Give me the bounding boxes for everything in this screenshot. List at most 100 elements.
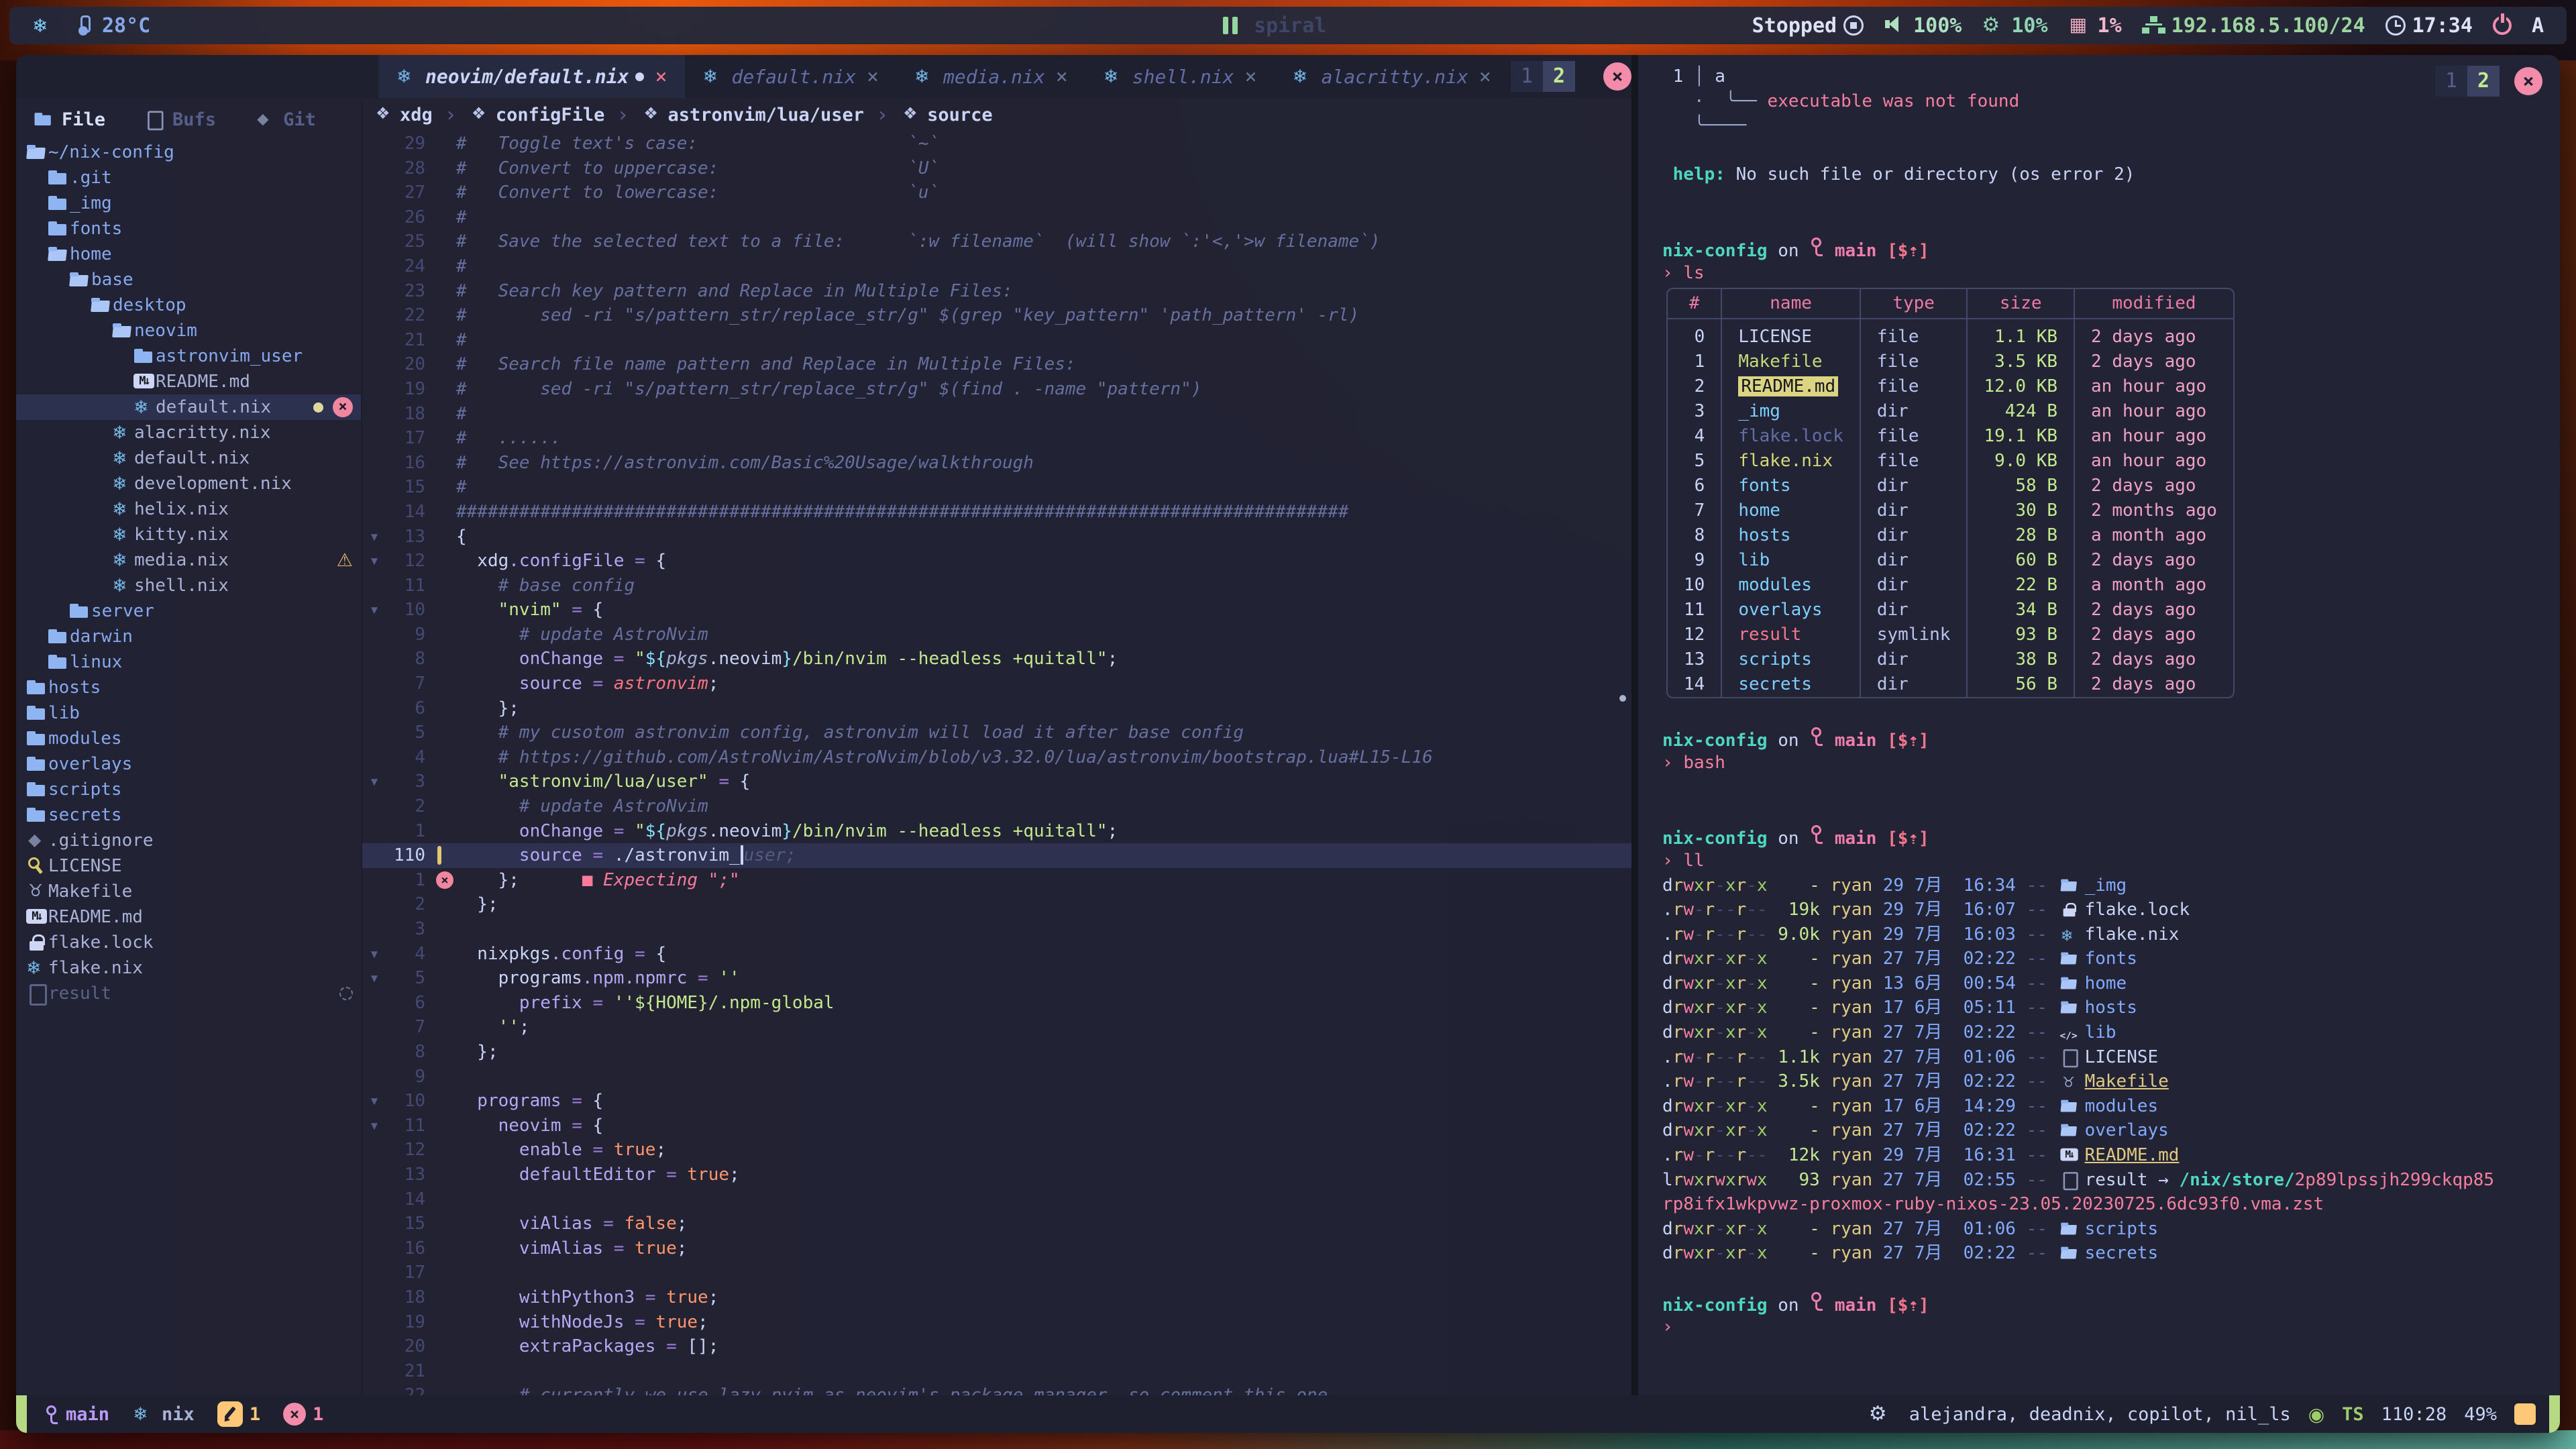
code-line: 18 withPython3 = true; [362, 1285, 1631, 1310]
folder-icon [68, 600, 91, 622]
close-icon[interactable]: × [333, 397, 353, 417]
breadcrumb-item-astronvim/lua/user[interactable]: astronvim/lua/user [641, 104, 864, 125]
code-area[interactable]: 29# Toggle text's case: `~`28# Convert t… [362, 131, 1631, 1395]
power-icon[interactable] [2493, 16, 2512, 35]
git-branch-module[interactable]: main [44, 1404, 109, 1425]
tree-item-lib[interactable]: lib [16, 700, 361, 726]
media-pause-icon[interactable] [1219, 15, 1242, 36]
tab-default.nix[interactable]: default.nix× [685, 55, 897, 98]
tree-item-README.md[interactable]: README.md [16, 904, 361, 930]
tree-item-desktop[interactable]: desktop [16, 292, 361, 318]
breadcrumb: xdg›configFile›astronvim/lua/user›source [362, 98, 1631, 131]
tree-item-scripts[interactable]: scripts [16, 777, 361, 802]
tree-item-Makefile[interactable]: Makefile [16, 879, 361, 904]
tree-tab-Git[interactable]: Git [254, 109, 316, 130]
code-line: ▾4 nixpkgs.config = { [362, 942, 1631, 967]
code-line: 15# [362, 475, 1631, 500]
error-count-module[interactable]: × 1 [283, 1403, 323, 1426]
tree-item-development.nix[interactable]: development.nix [16, 471, 361, 496]
breadcrumb-item-configFile[interactable]: configFile [469, 104, 605, 125]
folder-open-icon [2059, 974, 2079, 992]
tree-item-fonts[interactable]: fonts [16, 216, 361, 241]
tree-item-.gitignore[interactable]: .gitignore [16, 828, 361, 853]
terminal-line [1662, 187, 2560, 212]
tree-item-default.nix[interactable]: default.nix [16, 445, 361, 471]
tree-item-overlays[interactable]: overlays [16, 751, 361, 777]
tab-media.nix[interactable]: media.nix× [896, 55, 1085, 98]
tree-item-flake.nix[interactable]: flake.nix [16, 955, 361, 981]
volume-module[interactable]: 100% [1884, 14, 1962, 38]
terminal-pane[interactable]: 12× 1 │ a · ╰── executable was not found… [1631, 55, 2560, 1395]
tree-item-secrets[interactable]: secrets [16, 802, 361, 828]
tab-close-icon[interactable]: × [1479, 65, 1491, 89]
folder-icon [34, 110, 54, 129]
tree-item-.git[interactable]: .git [16, 165, 361, 191]
ls-row-name: overlays [1721, 598, 1860, 623]
terminal-page-2[interactable]: 2 [2467, 66, 2500, 97]
code-line: 21 [362, 1359, 1631, 1384]
network-module[interactable]: 192.168.5.100/24 [2142, 14, 2365, 38]
nix-filetype-icon [132, 1403, 155, 1425]
scrollbar-thumb[interactable] [1619, 695, 1626, 702]
git-branch-name: main [66, 1404, 109, 1425]
tab-shell.nix[interactable]: shell.nix× [1085, 55, 1275, 98]
tab-alacritty.nix[interactable]: alacritty.nix× [1275, 55, 1509, 98]
stop-icon[interactable] [1843, 15, 1864, 36]
tree-item-astronvim_user[interactable]: astronvim_user [16, 343, 361, 369]
ls-row-name: secrets [1721, 672, 1860, 697]
tree-item-base[interactable]: base [16, 267, 361, 292]
keyboard-layout[interactable]: A [2532, 14, 2544, 38]
tree-item-linux[interactable]: linux [16, 649, 361, 675]
tree-item-kitty.nix[interactable]: kitty.nix [16, 522, 361, 547]
folder-icon [25, 804, 48, 826]
code-line: 27# Convert to lowercase: `u` [362, 180, 1631, 205]
tab-close-icon[interactable]: × [1056, 65, 1068, 89]
terminal-close-button[interactable]: × [2514, 67, 2542, 95]
terminal-line [1662, 800, 2560, 824]
tree-item-neovim[interactable]: neovim [16, 318, 361, 343]
tree-item-label: linux [70, 652, 122, 672]
code-line: ▾10 "nvim" = { [362, 598, 1631, 623]
tree-item-modules[interactable]: modules [16, 726, 361, 751]
tree-item-flake.lock[interactable]: flake.lock [16, 930, 361, 955]
breadcrumb-item-source[interactable]: source [900, 104, 993, 125]
tree-item-default.nix[interactable]: default.nix× [16, 394, 361, 420]
tab-close-icon[interactable]: × [1245, 65, 1257, 89]
tree-tab-Bufs[interactable]: Bufs [143, 109, 216, 130]
ls-row-name: _img [1721, 399, 1860, 424]
file-listing-row: drwxr-xr-x - ryan 17 6月 05:11 -- hosts [1662, 996, 2560, 1020]
tab-neovim/default.nix[interactable]: neovim/default.nix× [378, 55, 685, 98]
lock-icon [25, 932, 48, 953]
tree-item-media.nix[interactable]: media.nix⚠ [16, 547, 361, 573]
tabline-close-button[interactable]: × [1603, 62, 1631, 91]
tree-item-shell.nix[interactable]: shell.nix [16, 573, 361, 598]
nix-icon [111, 549, 134, 571]
tree-item-README.md[interactable]: README.md [16, 369, 361, 394]
tree-item-_img[interactable]: _img [16, 191, 361, 216]
error-count: 1 [313, 1404, 323, 1425]
file-listing-row: .rw-r--r-- 9.0k ryan 29 7月 16:03 -- flak… [1662, 922, 2560, 947]
tabpage-2[interactable]: 2 [1543, 61, 1575, 92]
terminal-page-1[interactable]: 1 [2435, 66, 2467, 97]
lsp-gear-icon [1869, 1403, 1892, 1425]
tree-item-darwin[interactable]: darwin [16, 624, 361, 649]
breadcrumb-item-xdg[interactable]: xdg [373, 104, 433, 125]
editor-pane[interactable]: xdg›configFile›astronvim/lua/user›source… [362, 98, 1631, 1395]
tree-item-result[interactable]: result [16, 981, 361, 1006]
tree-item-server[interactable]: server [16, 598, 361, 624]
tree-item-LICENSE[interactable]: LICENSE [16, 853, 361, 879]
tree-item-helix.nix[interactable]: helix.nix [16, 496, 361, 522]
folder-icon [47, 193, 70, 214]
tree-tab-File[interactable]: File [32, 109, 105, 130]
tabpage-1[interactable]: 1 [1511, 61, 1543, 92]
nix-icon [111, 498, 134, 520]
tab-close-icon[interactable]: × [867, 65, 879, 89]
git-branch-icon [1809, 236, 1824, 256]
tab-close-icon[interactable]: × [655, 65, 667, 89]
tree-item-home[interactable]: home [16, 241, 361, 267]
tree-item-~/nix-config[interactable]: ~/nix-config [16, 140, 361, 165]
tree-item-hosts[interactable]: hosts [16, 675, 361, 700]
file-tree[interactable]: ~/nix-config.git_imgfontshomebasedesktop… [16, 140, 361, 1006]
tree-item-label: README.md [48, 907, 143, 927]
tree-item-alacritty.nix[interactable]: alacritty.nix [16, 420, 361, 445]
